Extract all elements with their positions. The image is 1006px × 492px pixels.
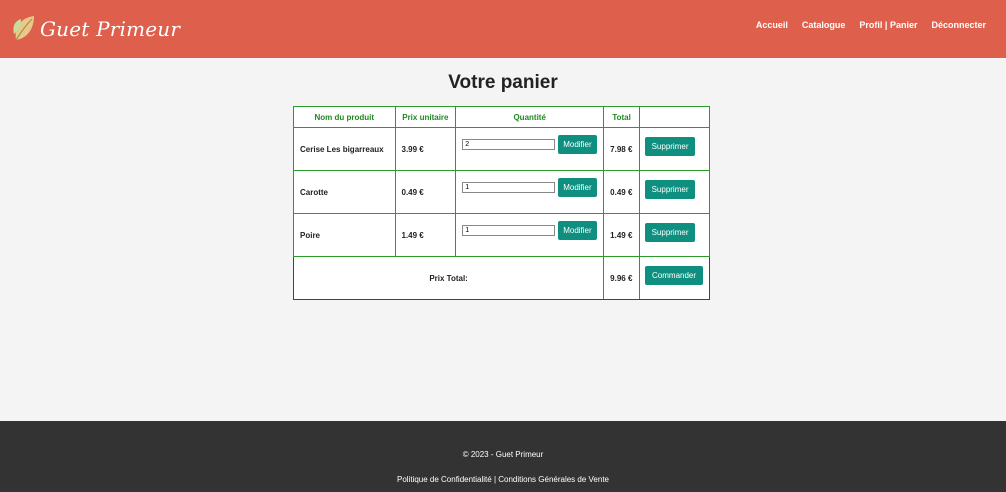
nav-profil-panier[interactable]: Profil | Panier [859, 20, 917, 30]
quantity-cell: Modifier [455, 213, 605, 257]
line-total: 1.49 € [603, 213, 641, 257]
order-button[interactable]: Commander [645, 266, 704, 285]
total-row: Prix Total: 9.96 € Commander [292, 256, 710, 300]
copyright: © 2023 - Guet Primeur [462, 450, 544, 459]
delete-button[interactable]: Supprimer [645, 180, 696, 199]
privacy-link[interactable]: Politique de Confidentialité [397, 475, 492, 484]
order-cell: Commander [639, 256, 710, 300]
header-unit-price: Prix unitaire [394, 106, 457, 128]
leaf-logo-icon [13, 16, 34, 41]
table-header-row: Nom du produit Prix unitaire Quantité To… [293, 106, 710, 128]
total-label: Prix Total: [292, 256, 605, 300]
header-total: Total [603, 106, 641, 128]
quantity-input[interactable] [462, 181, 556, 193]
nav-catalogue[interactable]: Catalogue [802, 20, 846, 30]
grand-total: 9.96 € [603, 256, 641, 300]
action-cell: Supprimer [639, 127, 710, 171]
modify-button[interactable]: Modifier [558, 134, 597, 154]
quantity-cell: Modifier [455, 127, 605, 171]
product-name: Cerise Les bigarreaux [293, 127, 396, 171]
unit-price: 1.49 € [394, 213, 457, 257]
unit-price: 0.49 € [394, 170, 457, 214]
quantity-input[interactable] [462, 138, 556, 150]
modify-button[interactable]: Modifier [558, 177, 597, 197]
unit-price: 3.99 € [394, 127, 457, 171]
cart-table: Nom du produit Prix unitaire Quantité To… [292, 106, 710, 300]
header-product-name: Nom du produit [293, 106, 396, 128]
modify-button[interactable]: Modifier [558, 220, 597, 240]
site-footer: © 2023 - Guet Primeur Politique de Confi… [0, 421, 1006, 492]
main-nav: Accueil Catalogue Profil | Panier Déconn… [756, 20, 986, 30]
footer-links: Politique de Confidentialité | Condition… [0, 475, 1006, 484]
logo-text: Guet Primeur [40, 17, 181, 41]
product-name: Poire [293, 213, 396, 257]
header-quantity: Quantité [455, 106, 605, 128]
quantity-cell: Modifier [455, 170, 605, 214]
page-title: Votre panier [448, 72, 558, 93]
site-header: Guet Primeur Accueil Catalogue Profil | … [0, 0, 1006, 58]
table-row: Poire 1.49 € Modifier 1.49 € Supprimer [293, 213, 710, 257]
logo[interactable]: Guet Primeur [12, 12, 180, 46]
action-cell: Supprimer [639, 213, 710, 257]
action-cell: Supprimer [639, 170, 710, 214]
line-total: 0.49 € [603, 170, 641, 214]
product-name: Carotte [293, 170, 396, 214]
table-row: Cerise Les bigarreaux 3.99 € Modifier 7.… [293, 127, 710, 171]
header-actions [639, 106, 710, 128]
delete-button[interactable]: Supprimer [645, 137, 696, 156]
quantity-input[interactable] [462, 224, 556, 236]
nav-deconnecter[interactable]: Déconnecter [931, 20, 986, 30]
delete-button[interactable]: Supprimer [645, 223, 696, 242]
nav-accueil[interactable]: Accueil [756, 20, 788, 30]
table-row: Carotte 0.49 € Modifier 0.49 € Supprimer [293, 170, 710, 214]
line-total: 7.98 € [603, 127, 641, 171]
terms-link[interactable]: Conditions Générales de Vente [498, 475, 609, 484]
